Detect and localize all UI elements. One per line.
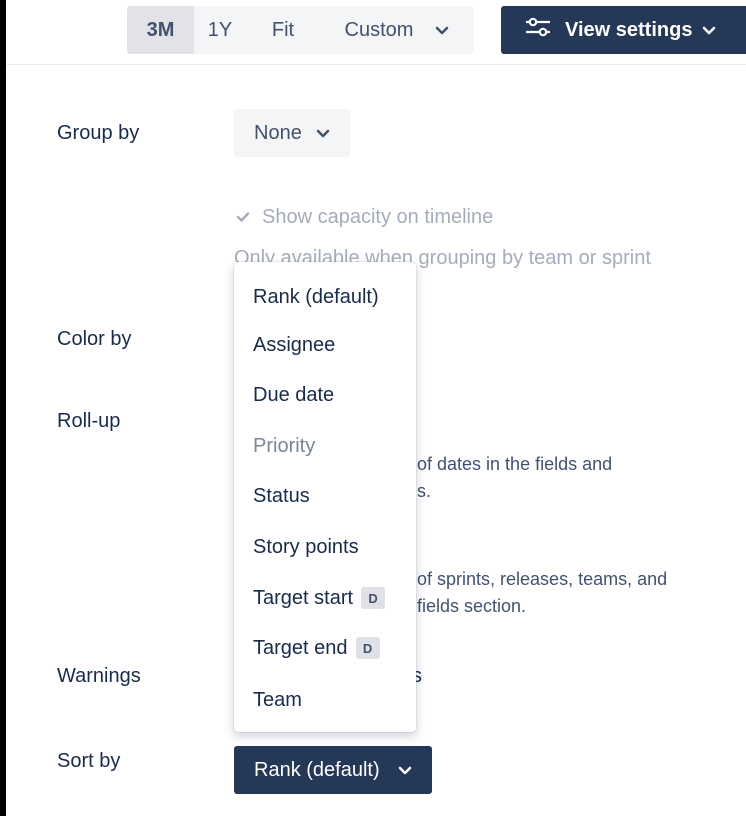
timeline-toolbar: 3M 1Y Fit Custom View settings — [6, 0, 746, 65]
range-3m-button[interactable]: 3M — [127, 6, 194, 54]
menu-item-team[interactable]: Team — [253, 685, 302, 715]
date-field-badge: D — [361, 587, 386, 609]
menu-item-assignee[interactable]: Assignee — [253, 330, 335, 360]
menu-item-status[interactable]: Status — [253, 481, 310, 511]
chevron-down-icon — [702, 19, 716, 42]
range-1y-button[interactable]: 1Y — [194, 6, 246, 54]
sort-by-value: Rank (default) — [254, 758, 380, 781]
checkmark-icon — [236, 206, 250, 229]
menu-item-due-date[interactable]: Due date — [253, 380, 334, 410]
rollup-label: Roll-up — [57, 410, 121, 432]
sort-by-select[interactable]: Rank (default) — [234, 746, 432, 794]
group-by-value: None — [254, 121, 302, 144]
menu-item-label: Target start — [253, 586, 354, 609]
menu-item-label: Status — [253, 484, 310, 507]
menu-item-label: Target end — [253, 636, 348, 659]
show-capacity-checkbox[interactable]: Show capacity on timeline — [236, 206, 493, 229]
view-settings-button[interactable]: View settings — [501, 6, 746, 54]
sliders-icon — [525, 16, 551, 44]
view-settings-label: View settings — [565, 18, 693, 41]
window-edge — [0, 0, 6, 816]
sort-by-label: Sort by — [57, 750, 121, 772]
menu-item-label: Team — [253, 688, 302, 711]
sort-by-menu: Rank (default) Assignee Due date Priorit… — [234, 262, 416, 732]
menu-item-label: Story points — [253, 535, 359, 558]
rollup-fields-description-2: fields section. — [417, 596, 527, 616]
menu-item-story-points[interactable]: Story points — [253, 532, 359, 562]
menu-item-label: Due date — [253, 383, 335, 406]
range-custom-label: Custom — [344, 18, 414, 41]
menu-item-label: Assignee — [253, 333, 336, 356]
chevron-down-icon — [316, 122, 330, 145]
rollup-dates-description: of dates in the fields and — [417, 454, 613, 474]
chevron-down-icon — [435, 19, 449, 42]
range-fit-label: Fit — [271, 18, 295, 41]
menu-item-rank[interactable]: Rank (default) — [253, 282, 379, 312]
group-by-select[interactable]: None — [234, 109, 350, 157]
color-by-label: Color by — [57, 328, 132, 350]
show-capacity-label: Show capacity on timeline — [262, 206, 494, 228]
menu-item-priority: Priority — [253, 431, 315, 461]
range-3m-label: 3M — [146, 18, 175, 41]
menu-item-target-start[interactable]: Target start D — [253, 583, 386, 613]
warnings-label: Warnings — [57, 665, 141, 687]
range-fit-button[interactable]: Fit — [246, 6, 320, 54]
chevron-down-icon — [398, 759, 412, 782]
menu-item-target-end[interactable]: Target end D — [253, 633, 380, 663]
range-1y-label: 1Y — [207, 18, 233, 41]
range-custom-button[interactable]: Custom — [320, 6, 474, 54]
menu-item-label: Priority — [253, 434, 316, 457]
group-by-label: Group by — [57, 122, 140, 144]
date-field-badge: D — [355, 637, 380, 659]
rollup-fields-description: of sprints, releases, teams, and — [417, 569, 668, 589]
rollup-dates-description-2: s. — [417, 481, 432, 501]
menu-item-label: Rank (default) — [253, 285, 379, 308]
